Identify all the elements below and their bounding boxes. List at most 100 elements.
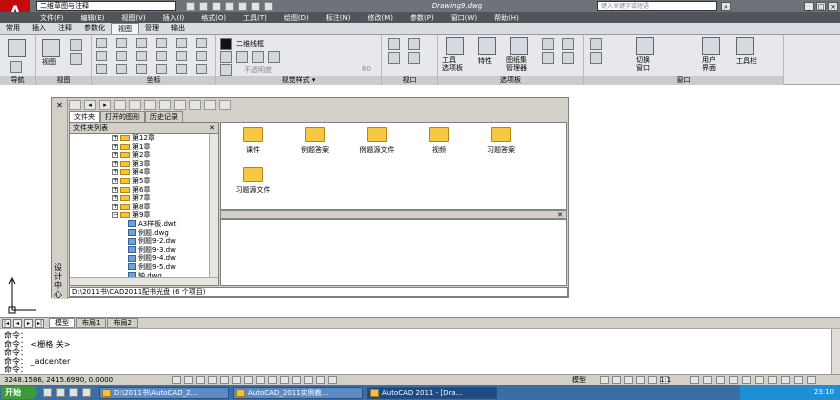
menu-item[interactable]: 参数(P) [410, 13, 434, 23]
ribbon-tab[interactable]: 参数化 [78, 23, 111, 34]
tree-file-item[interactable]: 例题.dwg [70, 229, 218, 238]
tree-folder-item[interactable]: + 第2章 [70, 151, 218, 160]
tree-horizontal-scrollbar[interactable] [70, 277, 218, 285]
ribbon-tab[interactable]: 常用 [0, 23, 26, 34]
ribbon-tab[interactable]: 输出 [165, 23, 191, 34]
next-tab-icon[interactable]: ▸ [24, 318, 33, 328]
view-front-icon[interactable] [70, 53, 82, 65]
expand-icon[interactable]: + [112, 169, 118, 176]
status-tool-icon[interactable] [755, 376, 764, 384]
opacity-input[interactable]: 不透明度 [244, 65, 272, 75]
status-tool-icon[interactable] [600, 376, 609, 384]
status-toggle-icon[interactable] [196, 376, 205, 384]
shade-icon[interactable] [220, 51, 232, 63]
properties-label[interactable]: 特性 [478, 56, 492, 66]
lighting-icon[interactable] [268, 51, 280, 63]
content-folder-item[interactable]: 视频 [409, 127, 469, 155]
tree-folder-item[interactable]: + 第5章 [70, 177, 218, 186]
close-icon[interactable]: ✕ [55, 101, 64, 110]
menu-item[interactable]: 插入(I) [163, 13, 185, 23]
ribbon-tab[interactable]: 管理 [139, 23, 165, 34]
status-tool-icon[interactable] [781, 376, 790, 384]
content-folder-item[interactable]: 习题答案 [471, 127, 531, 155]
tree-toggle-icon[interactable] [174, 100, 186, 110]
tree-folder-item[interactable]: + 第1章 [70, 143, 218, 152]
load-icon[interactable] [69, 100, 81, 110]
toolbars-label[interactable]: 工具栏 [736, 56, 757, 66]
status-tool-icon[interactable] [690, 376, 699, 384]
ucs-tool-icon[interactable] [176, 38, 187, 48]
status-tool-icon[interactable] [742, 376, 751, 384]
status-toggle-icon[interactable] [208, 376, 217, 384]
search-input[interactable]: 键入关键字或短语 [597, 1, 717, 11]
ucs-tool-icon[interactable] [96, 38, 107, 48]
taskbar-item[interactable]: AutoCAD_2011实例教... [233, 386, 363, 399]
search-icon[interactable]: ⌕ [721, 1, 731, 11]
switch-window-icon[interactable] [636, 37, 654, 55]
ucs-tool-icon[interactable] [116, 38, 127, 48]
back-icon[interactable]: ◂ [84, 100, 96, 110]
taskbar-item[interactable]: D:\2011书\AutoCAD_2... [99, 386, 229, 399]
color-icon[interactable] [252, 51, 264, 63]
status-tool-icon[interactable] [612, 376, 621, 384]
ucs-tool-icon[interactable] [96, 64, 107, 74]
home-icon[interactable] [159, 100, 171, 110]
last-tab-icon[interactable]: ▸| [35, 318, 44, 328]
expand-icon[interactable]: + [112, 186, 118, 193]
status-toggle-icon[interactable] [184, 376, 193, 384]
status-tool-icon[interactable] [716, 376, 725, 384]
browser-icon[interactable] [56, 388, 65, 397]
open-icon[interactable] [199, 1, 208, 11]
expand-icon[interactable]: + [112, 203, 118, 210]
sheetset-label[interactable]: 图纸集 管理器 [506, 56, 527, 72]
media-icon[interactable] [82, 388, 91, 397]
tile-icon[interactable] [590, 52, 602, 64]
status-tool-icon[interactable] [648, 376, 657, 384]
status-toggle-icon[interactable] [244, 376, 253, 384]
tree-folder-item[interactable]: + 第7章 [70, 194, 218, 203]
first-tab-icon[interactable]: |◂ [2, 318, 11, 328]
menu-item[interactable]: 标注(N) [326, 13, 351, 23]
menu-item[interactable]: 修改(M) [367, 13, 393, 23]
cascade-icon[interactable] [590, 38, 602, 50]
properties-icon[interactable] [478, 37, 496, 55]
user-interface-label[interactable]: 用户 界面 [702, 56, 716, 72]
desktop-icon[interactable] [43, 388, 52, 397]
markup-icon[interactable] [542, 52, 554, 64]
model-space-label[interactable]: 模型 [572, 376, 586, 385]
tree-vertical-scrollbar[interactable] [209, 134, 218, 278]
status-tool-icon[interactable] [703, 376, 712, 384]
status-toggle-icon[interactable] [292, 376, 301, 384]
save-icon[interactable] [212, 1, 221, 11]
dc-tab[interactable]: 打开的图形 [100, 111, 145, 122]
menu-item[interactable]: 工具(T) [243, 13, 267, 23]
tool-palette-icon[interactable] [446, 37, 464, 55]
new-icon[interactable] [186, 1, 195, 11]
expand-icon[interactable]: + [112, 177, 118, 184]
tree-file-item[interactable]: 例题9-4.dw [70, 254, 218, 263]
annotation-scale[interactable]: 1:1 [660, 376, 671, 385]
ribbon-tab[interactable]: 插入 [26, 23, 52, 34]
menu-item[interactable]: 格式(O) [201, 13, 226, 23]
tool-palette-label[interactable]: 工具 选项板 [442, 56, 463, 72]
expand-icon[interactable]: + [112, 152, 118, 159]
menu-item[interactable]: 帮助(H) [494, 13, 519, 23]
tree-file-item[interactable]: 例题9-5.dw [70, 263, 218, 272]
tree-folder-item[interactable]: + 第4章 [70, 168, 218, 177]
dc-tab[interactable]: 文件夹 [69, 111, 100, 122]
content-folder-item[interactable]: 例题答案 [285, 127, 345, 155]
up-icon[interactable] [114, 100, 126, 110]
command-window[interactable]: 命令： 命令： <栅格 关> 命令： 命令： _adcenter 命令： [0, 328, 840, 375]
tree-folder-item[interactable]: − 第9章 [70, 211, 218, 220]
menu-item[interactable]: 窗口(W) [451, 13, 477, 23]
status-toggle-icon[interactable] [328, 376, 337, 384]
status-tool-icon[interactable] [636, 376, 645, 384]
saveas-icon[interactable] [225, 1, 234, 11]
status-toggle-icon[interactable] [304, 376, 313, 384]
sheetset-icon[interactable] [510, 37, 528, 55]
ucs-tool-icon[interactable] [96, 51, 107, 61]
prev-tab-icon[interactable]: ◂ [13, 318, 22, 328]
pan-icon[interactable] [8, 39, 26, 57]
ucs-tool-icon[interactable] [156, 64, 167, 74]
status-toggle-icon[interactable] [232, 376, 241, 384]
